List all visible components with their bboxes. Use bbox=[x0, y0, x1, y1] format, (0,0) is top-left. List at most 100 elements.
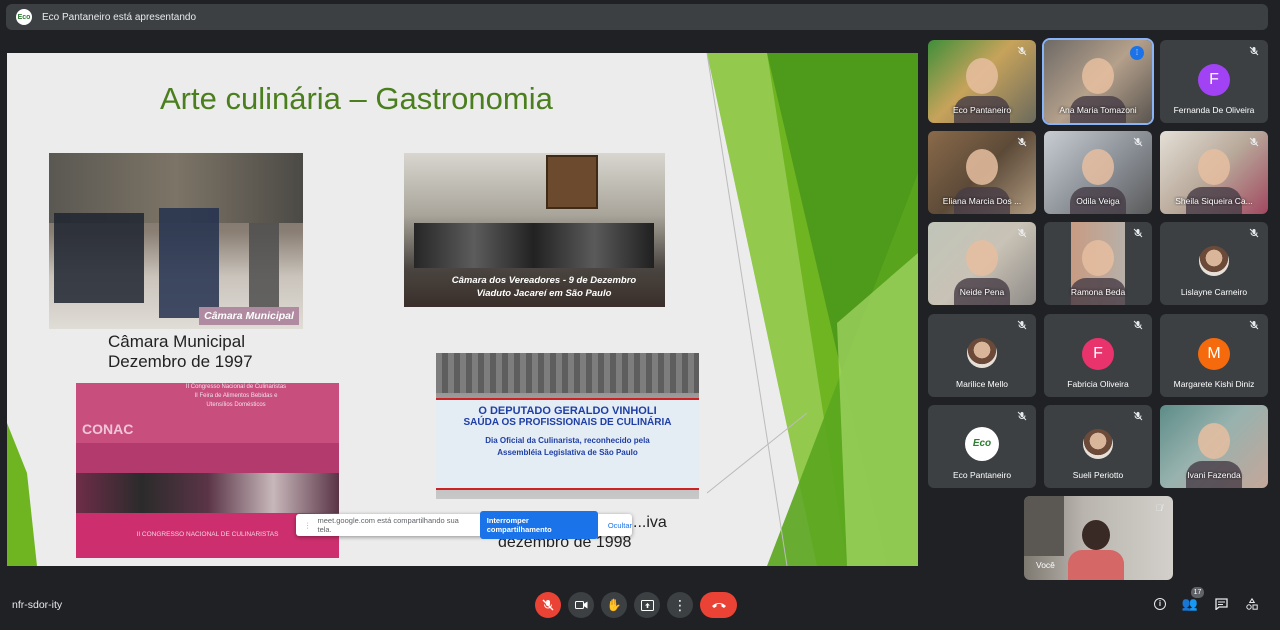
mic-off-icon bbox=[1016, 137, 1028, 149]
participant-tile[interactable]: Sueli Periotto bbox=[1044, 405, 1152, 488]
participant-name: Eco Pantaneiro bbox=[952, 470, 1012, 480]
present-button[interactable] bbox=[634, 592, 660, 618]
participant-count-badge: 17 bbox=[1191, 587, 1204, 598]
photo-deputado: O DEPUTADO GERALDO VINHOLI SAÚDA OS PROF… bbox=[436, 353, 699, 499]
participant-tile[interactable]: Eco Pantaneiro bbox=[928, 40, 1036, 123]
mic-off-icon bbox=[542, 599, 554, 611]
caption-1-line-2: Dezembro de 1997 bbox=[108, 352, 253, 371]
caption-1-line-1: Câmara Municipal bbox=[108, 332, 245, 351]
participant-name: Ramona Beda bbox=[1070, 287, 1126, 297]
stop-sharing-button[interactable]: Interromper compartilhamento bbox=[479, 511, 598, 539]
avatar bbox=[967, 338, 997, 368]
slide-title: Arte culinária – Gastronomia bbox=[160, 81, 553, 116]
presenter-banner-text: Eco Pantaneiro está apresentando bbox=[42, 11, 196, 23]
participant-tile[interactable]: Neide Pena bbox=[928, 222, 1036, 305]
presenter-banner: Eco Eco Pantaneiro está apresentando bbox=[6, 4, 1268, 30]
participant-name: Sueli Periotto bbox=[1072, 470, 1124, 480]
share-notice-text: meet.google.com está compartilhando sua … bbox=[317, 516, 459, 534]
participant-name: Margarete Kishi Diniz bbox=[1173, 379, 1255, 389]
mic-toggle-button[interactable] bbox=[535, 592, 561, 618]
speaking-indicator-icon: ⁞ bbox=[1130, 46, 1144, 60]
more-vert-icon: ⋮ bbox=[673, 597, 687, 613]
participant-tile[interactable]: Ramona Beda bbox=[1044, 222, 1152, 305]
photo-camara-municipal: Câmara Municipal de SP bbox=[49, 153, 303, 329]
mic-off-icon: 🎙̸ bbox=[1155, 503, 1163, 513]
photo-camara-vereadores: Câmara dos Vereadores - 9 de Dezembro Vi… bbox=[404, 153, 665, 307]
more-options-button[interactable]: ⋮ bbox=[667, 592, 693, 618]
hang-up-icon bbox=[711, 603, 726, 608]
present-screen-icon bbox=[640, 599, 654, 611]
participant-name: Fabricia Oliveira bbox=[1067, 379, 1129, 389]
mic-off-icon bbox=[1248, 320, 1260, 332]
meeting-details-button[interactable]: i bbox=[1149, 593, 1171, 615]
participant-tile[interactable]: Lislayne Carneiro bbox=[1160, 222, 1268, 305]
leave-call-button[interactable] bbox=[700, 592, 737, 618]
mic-off-icon bbox=[1248, 46, 1260, 58]
participant-name: Lislayne Carneiro bbox=[1180, 287, 1248, 297]
chat-button[interactable] bbox=[1210, 593, 1232, 615]
mic-off-icon bbox=[1016, 228, 1028, 240]
participant-video bbox=[1082, 240, 1114, 276]
mic-off-icon bbox=[1016, 320, 1028, 332]
avatar bbox=[1199, 246, 1229, 276]
people-icon: 👥 bbox=[1181, 596, 1199, 611]
participant-video bbox=[1198, 423, 1230, 459]
participant-video bbox=[1082, 58, 1114, 94]
participant-name: Ana Maria Tomazoni bbox=[1059, 105, 1137, 115]
participant-name: Neide Pena bbox=[959, 287, 1005, 297]
mic-off-icon bbox=[1248, 228, 1260, 240]
mic-off-icon bbox=[1132, 320, 1144, 332]
mic-off-icon bbox=[1132, 137, 1144, 149]
mic-off-icon bbox=[1016, 46, 1028, 58]
mic-off-icon bbox=[1132, 228, 1144, 240]
participant-video bbox=[1082, 149, 1114, 185]
participant-tile[interactable]: M Margarete Kishi Diniz bbox=[1160, 314, 1268, 397]
mic-off-icon bbox=[1132, 411, 1144, 423]
participant-video bbox=[966, 149, 998, 185]
photo2-sign: Câmara dos Vereadores - 9 de Dezembro Vi… bbox=[451, 275, 637, 299]
mic-off-icon bbox=[1248, 137, 1260, 149]
caption-1: Câmara Municipal Dezembro de 1997 bbox=[108, 332, 253, 372]
participant-video bbox=[966, 58, 998, 94]
avatar: F bbox=[1198, 64, 1230, 96]
avatar: M bbox=[1198, 338, 1230, 370]
drag-handle-icon[interactable]: ⋮ bbox=[304, 521, 312, 530]
activities-button[interactable] bbox=[1241, 593, 1263, 615]
participant-name: Fernanda De Oliveira bbox=[1173, 105, 1255, 115]
presented-slide: Arte culinária – Gastronomia Câmara Muni… bbox=[7, 53, 918, 566]
hand-icon: ✋ bbox=[606, 598, 622, 612]
participant-name: Sheila Siqueira Ca... bbox=[1175, 196, 1253, 206]
participant-tile[interactable]: Marilice Mello bbox=[928, 314, 1036, 397]
eco-pantaneiro-logo: Eco bbox=[965, 427, 999, 461]
camera-icon bbox=[574, 601, 587, 609]
chat-icon bbox=[1214, 598, 1228, 610]
participant-video bbox=[1198, 149, 1230, 185]
self-view-tile[interactable]: 🎙̸ Você bbox=[1024, 496, 1173, 580]
participant-tile[interactable]: Odila Veiga bbox=[1044, 131, 1152, 214]
participant-tile[interactable]: F Fabricia Oliveira bbox=[1044, 314, 1152, 397]
hide-notice-button[interactable]: Ocultar bbox=[608, 521, 632, 530]
avatar: F bbox=[1082, 338, 1114, 370]
participant-name: Marilice Mello bbox=[956, 379, 1008, 389]
participant-tile[interactable]: ⁞ Ana Maria Tomazoni bbox=[1044, 40, 1152, 123]
photo1-sign: Câmara Municipal de SP bbox=[199, 307, 299, 329]
participant-video bbox=[966, 240, 998, 276]
participant-tile[interactable]: Eliana Marcia Dos ... bbox=[928, 131, 1036, 214]
participant-tile[interactable]: Eco Eco Pantaneiro bbox=[928, 405, 1036, 488]
presenter-logo-icon: Eco bbox=[16, 9, 32, 25]
mic-off-icon bbox=[1016, 411, 1028, 423]
photo3-logo: CONAC bbox=[82, 421, 134, 437]
activities-icon bbox=[1246, 598, 1258, 610]
info-icon: i bbox=[1154, 598, 1166, 610]
participant-name: Ivani Fazenda bbox=[1187, 470, 1241, 480]
camera-toggle-button[interactable] bbox=[568, 592, 594, 618]
photo4-banner: O DEPUTADO GERALDO VINHOLI SAÚDA OS PROF… bbox=[463, 405, 672, 457]
participant-tile[interactable]: Ivani Fazenda bbox=[1160, 405, 1268, 488]
participant-tile[interactable]: Sheila Siqueira Ca... bbox=[1160, 131, 1268, 214]
photo3-banner: II Congresso Nacional de Culinaristas II… bbox=[185, 384, 287, 408]
participant-tile[interactable]: F Fernanda De Oliveira bbox=[1160, 40, 1268, 123]
raise-hand-button[interactable]: ✋ bbox=[601, 592, 627, 618]
bottom-toolbar: nfr-sdor-ity ✋ ⋮ i 👥 17 bbox=[0, 585, 1280, 630]
participant-name: Odila Veiga bbox=[1076, 196, 1120, 206]
participant-name: Eco Pantaneiro bbox=[952, 105, 1012, 115]
